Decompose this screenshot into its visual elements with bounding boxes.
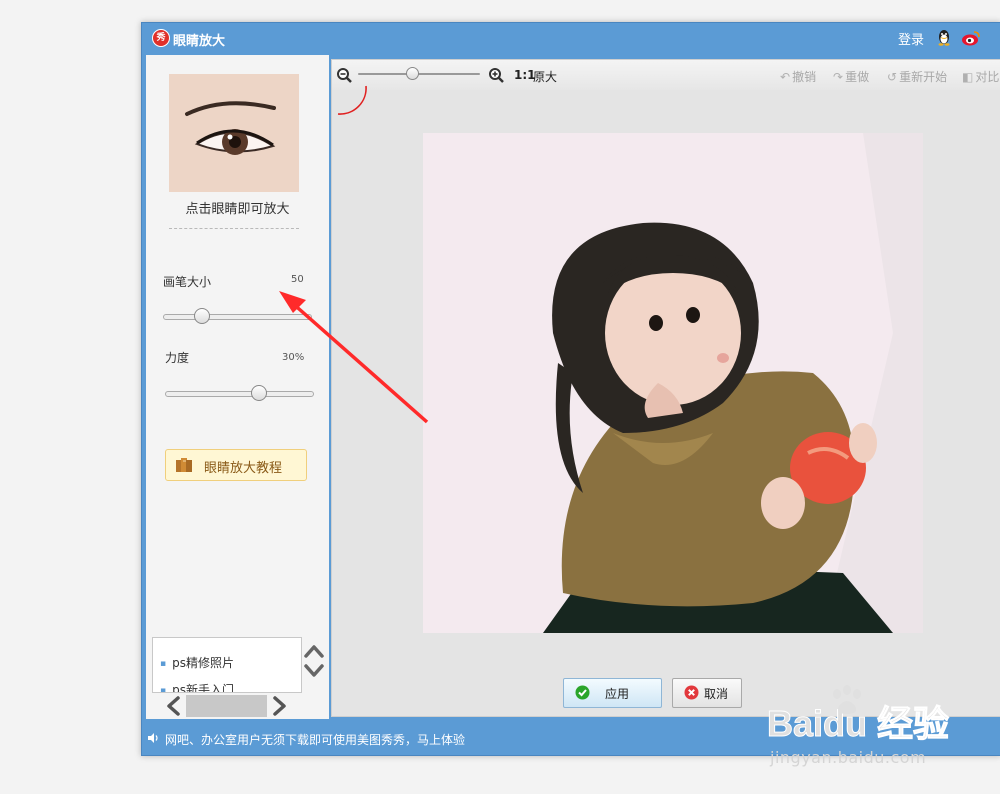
related-links-list: ps精修照片 ps新手入门 (152, 637, 302, 693)
link-item[interactable]: ps精修照片 (160, 654, 234, 671)
speaker-icon (148, 733, 158, 743)
link-item[interactable]: ps新手入门 (160, 681, 234, 692)
brush-size-label: 画笔大小 (163, 275, 212, 289)
title-bar: 秀 眼睛放大 登录 (142, 23, 1000, 53)
canvas-toolbar: 1:1 原大 ↶ 撤销 ↷ 重做 ↺ 重新开始 ◧ 对比 (332, 60, 1000, 90)
book-icon (176, 458, 192, 472)
eye-enlarge-window: 秀 眼睛放大 登录 点击眼睛即可放大 画笔大小 50 力度 30% 眼睛放大教程… (141, 22, 1000, 756)
scroll-down-icon[interactable] (303, 663, 325, 679)
scroll-up-icon[interactable] (303, 643, 325, 659)
cancel-button[interactable]: 取消 (672, 678, 742, 708)
strength-value: 30% (282, 352, 305, 363)
zoom-slider[interactable] (358, 67, 480, 80)
brush-size-slider-handle[interactable] (194, 308, 210, 324)
undo-button[interactable]: ↶ 撤销 (780, 68, 816, 85)
compare-icon: ◧ (962, 70, 974, 84)
restart-button[interactable]: ↺ 重新开始 (887, 68, 947, 85)
qq-penguin-icon[interactable] (935, 28, 953, 46)
strength-slider-handle[interactable] (251, 385, 267, 401)
photo-preview[interactable] (423, 133, 923, 633)
apply-label: 应用 (605, 687, 630, 701)
tutorial-button-label: 眼睛放大教程 (204, 461, 283, 476)
divider (169, 228, 299, 229)
window-title: 眼睛放大 (173, 34, 226, 49)
redo-icon: ↷ (833, 70, 844, 84)
baidu-jingyan-watermark: Baidu 经验 (767, 685, 950, 744)
editing-canvas: 1:1 原大 ↶ 撤销 ↷ 重做 ↺ 重新开始 ◧ 对比 应用 取消 (331, 59, 1000, 717)
scroll-left-icon[interactable] (164, 695, 184, 717)
watermark-logo-text: Baidu 经验 (767, 703, 949, 744)
redo-label: 重做 (845, 70, 870, 84)
brush-size-slider[interactable] (163, 308, 312, 324)
scroll-right-icon[interactable] (269, 695, 289, 717)
restart-icon: ↺ (887, 70, 898, 84)
brush-size-value: 50 (291, 274, 304, 285)
eye-hint-text: 点击眼睛即可放大 (185, 202, 290, 217)
compare-button[interactable]: ◧ 对比 (962, 68, 999, 85)
login-link[interactable]: 登录 (898, 29, 924, 48)
cancel-x-icon (684, 685, 699, 700)
check-icon (575, 685, 590, 700)
cancel-label: 取消 (704, 687, 729, 701)
weibo-icon[interactable] (961, 29, 981, 47)
meitu-logo-icon: 秀 (152, 29, 170, 47)
original-size-button[interactable]: 原大 (533, 68, 557, 85)
undo-label: 撤销 (792, 70, 817, 84)
compare-label: 对比 (975, 70, 1000, 84)
strength-slider[interactable] (165, 385, 314, 401)
strength-label: 力度 (165, 351, 190, 365)
zoom-in-icon[interactable] (488, 67, 505, 84)
tool-sidebar: 点击眼睛即可放大 画笔大小 50 力度 30% 眼睛放大教程 ps精修照片 ps… (146, 55, 329, 719)
zoom-slider-handle[interactable] (406, 67, 419, 80)
redo-button[interactable]: ↷ 重做 (833, 68, 869, 85)
apply-button[interactable]: 应用 (563, 678, 662, 708)
watermark-url: jingyan.baidu.com (770, 748, 927, 767)
brush-cursor-circle (337, 85, 367, 115)
status-message[interactable]: 网吧、办公室用户无须下载即可使用美图秀秀，马上体验 (165, 731, 465, 748)
undo-icon: ↶ (780, 70, 791, 84)
restart-label: 重新开始 (899, 70, 948, 84)
eye-sample-thumbnail (169, 74, 299, 192)
zoom-out-icon[interactable] (336, 67, 353, 84)
horizontal-scrollbar-thumb[interactable] (186, 695, 267, 717)
tutorial-button[interactable]: 眼睛放大教程 (165, 449, 307, 481)
